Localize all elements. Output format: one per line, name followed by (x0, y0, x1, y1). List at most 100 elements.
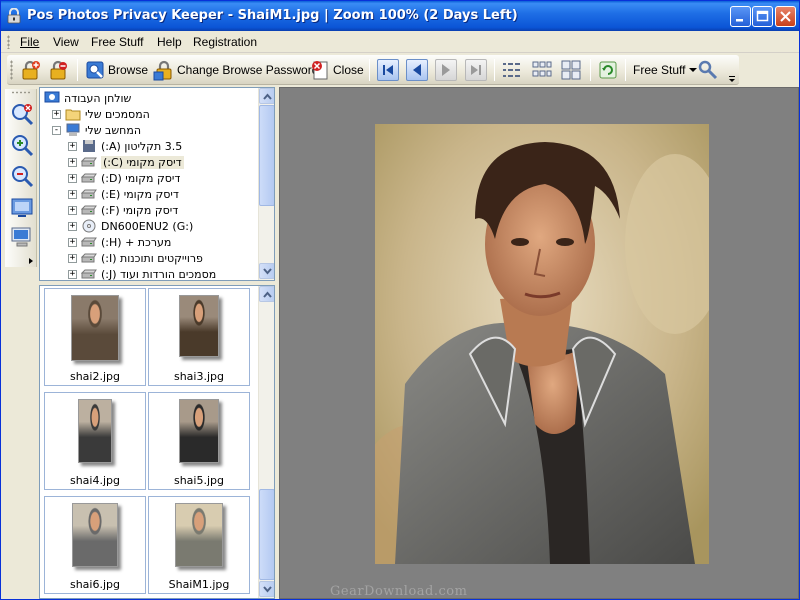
menu-registration[interactable]: Registration (193, 35, 257, 49)
tree-item[interactable]: + דיסק מקומי (F:) (68, 202, 178, 218)
tree-expander[interactable]: - (52, 125, 61, 135)
side-toolbar-grip[interactable] (11, 91, 31, 94)
thumbs-view-button[interactable] (531, 58, 555, 82)
first-image-button[interactable] (377, 59, 399, 81)
tree-item[interactable]: + מערכת + (H:) (68, 234, 171, 250)
maximize-icon (756, 10, 769, 22)
change-password-label: Change Browse Password (177, 63, 319, 77)
drive-icon (80, 187, 97, 201)
thumbs-scroll-thumb[interactable] (259, 489, 274, 580)
thumbnail-image (175, 503, 223, 567)
browse-button[interactable]: Browse (84, 58, 148, 82)
minimize-button[interactable] (730, 6, 751, 27)
tools-button[interactable] (697, 58, 721, 82)
refresh-button[interactable] (597, 58, 621, 82)
menu-free-stuff[interactable]: Free Stuff (91, 35, 143, 49)
tree-expander[interactable]: + (68, 205, 77, 215)
tree-item-label: המסמכים שלי (85, 107, 150, 121)
zoom-in-icon[interactable] (9, 132, 35, 158)
tree-item[interactable]: + מסמכים הורדות ועוד (J:) (68, 266, 216, 280)
tree-item[interactable]: + דיסק מקומי (D:) (68, 170, 180, 186)
toolbar-overflow-icon[interactable] (728, 75, 736, 85)
image-preview-pane[interactable]: GearDownload.com (279, 87, 799, 599)
tree-item[interactable]: + DN600ENU2 (G:) (68, 218, 193, 234)
tree-item[interactable]: שולחן העבודה (44, 90, 131, 106)
tree-expander[interactable]: + (68, 157, 77, 167)
tree-expander[interactable]: + (68, 173, 77, 183)
menu-file[interactable]: File (20, 35, 39, 49)
tree-item[interactable]: + דיסק מקומי (C:) (68, 154, 184, 170)
zoom-out-icon[interactable] (9, 163, 35, 189)
folder-tree[interactable]: שולחן העבודה + המסמכים שלי - המחשב שלי +3.5 ת… (39, 87, 275, 281)
tree-item[interactable]: +3.5 תקליטון (A:) (68, 138, 182, 154)
zoom-fit-icon[interactable] (9, 101, 35, 127)
thumbs-scroll-down-button[interactable] (259, 581, 274, 597)
browse-label: Browse (108, 63, 149, 77)
drive-icon (80, 235, 97, 249)
tree-item-label: 3.5 תקליטון (A:) (101, 139, 183, 153)
thumbnail-panel[interactable]: shai2.jpg shai3.jpg shai4.jpg shai5.jpg shai… (39, 285, 275, 599)
tree-expander[interactable]: + (52, 109, 61, 119)
large-thumbs-button[interactable] (560, 58, 584, 82)
menu-view-label: View (53, 35, 79, 49)
toolbar-separator (77, 59, 78, 81)
lock-add-icon (22, 60, 40, 80)
tree-item[interactable]: + המסמכים שלי (52, 106, 150, 122)
close-icon (780, 11, 791, 22)
thumbnail-item[interactable]: ShaiM1.jpg (148, 496, 250, 594)
menu-grip[interactable] (7, 35, 10, 49)
thumbnail-caption: shai4.jpg (69, 474, 120, 487)
menu-bar: File View Free Stuff Help Registration (1, 31, 799, 53)
first-icon (383, 65, 393, 75)
computer-icon[interactable] (9, 225, 35, 251)
tree-scroll-up-button[interactable] (259, 88, 274, 104)
thumbnail-item[interactable]: shai4.jpg (44, 392, 146, 490)
app-lock-icon (7, 8, 21, 24)
thumbnail-item[interactable]: shai2.jpg (44, 288, 146, 386)
toolbar-grip[interactable] (10, 60, 13, 80)
prev-icon (413, 64, 421, 76)
thumbnail-caption: shai3.jpg (173, 370, 224, 383)
list-view-button[interactable] (501, 58, 525, 82)
title-bar[interactable]: Pos Photos Privacy Keeper - ShaiM1.jpg |… (1, 1, 799, 31)
free-stuff-dropdown[interactable]: Free Stuff (633, 58, 698, 82)
tree-scroll-down-button[interactable] (259, 263, 274, 279)
tree-scroll-thumb[interactable] (259, 105, 274, 206)
thumbnail-caption: ShaiM1.jpg (168, 578, 230, 591)
toolbar-separator (369, 59, 370, 81)
last-icon (471, 65, 481, 75)
change-password-button[interactable]: Change Browse Password (153, 58, 318, 82)
tree-expander[interactable]: + (68, 221, 77, 231)
tree-expander[interactable]: + (68, 269, 77, 279)
view-fullscreen-icon[interactable] (9, 194, 35, 220)
remove-lock-button[interactable] (47, 58, 71, 82)
next-image-button[interactable] (435, 59, 457, 81)
menu-view[interactable]: View (53, 35, 79, 49)
tree-expander[interactable]: + (68, 141, 77, 151)
add-lock-button[interactable] (19, 58, 43, 82)
tree-item[interactable]: + דיסק מקומי (E:) (68, 186, 179, 202)
tree-expander[interactable]: + (68, 189, 77, 199)
close-window-button[interactable] (775, 6, 796, 27)
tree-item[interactable]: - המחשב שלי (52, 122, 141, 138)
large-thumbs-icon (561, 60, 581, 80)
tree-expander[interactable]: + (68, 237, 77, 247)
tree-scrollbar[interactable] (258, 88, 274, 280)
tree-expander[interactable]: + (68, 253, 77, 263)
thumbnail-scrollbar[interactable] (258, 286, 274, 598)
menu-file-label: File (20, 35, 40, 49)
computer-icon (65, 123, 81, 137)
thumbnail-item[interactable]: shai5.jpg (148, 392, 250, 490)
thumbnail-item[interactable]: shai3.jpg (148, 288, 250, 386)
thumbnail-item[interactable]: shai6.jpg (44, 496, 146, 594)
previous-image-button[interactable] (406, 59, 428, 81)
side-toolbar-overflow-icon[interactable] (27, 257, 35, 265)
thumbs-scroll-up-button[interactable] (259, 286, 274, 302)
close-file-button[interactable]: Close (309, 58, 364, 82)
last-image-button[interactable] (465, 59, 487, 81)
thumbnail-caption: shai5.jpg (173, 474, 224, 487)
tree-item-label: דיסק מקומי (C:) (101, 155, 184, 169)
maximize-button[interactable] (752, 6, 773, 27)
menu-help[interactable]: Help (157, 35, 182, 49)
tree-item[interactable]: + פרוייקטים ותוכנות (I:) (68, 250, 203, 266)
